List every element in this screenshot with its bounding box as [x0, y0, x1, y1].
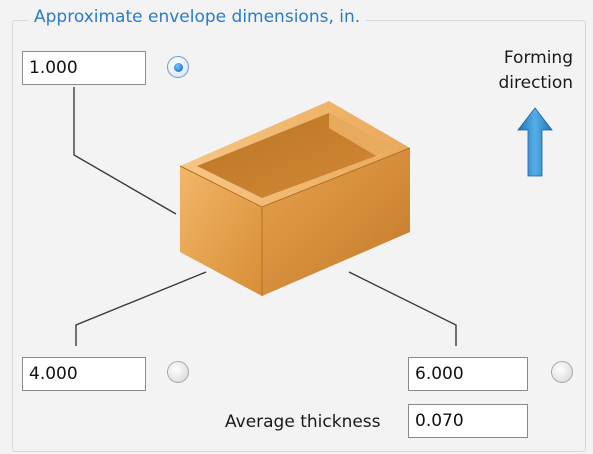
length-radio[interactable]: [167, 361, 189, 383]
length-leader-line: [75, 271, 207, 346]
width-leader-line: [348, 271, 457, 346]
arrow-up-icon: [517, 107, 553, 177]
box-3d-icon: [179, 101, 411, 296]
width-radio[interactable]: [551, 361, 573, 383]
forming-direction-label: Forming direction: [499, 46, 574, 96]
average-thickness-input[interactable]: 0.070: [408, 404, 528, 438]
forming-direction-line2: direction: [498, 73, 574, 93]
height-leader-line: [73, 87, 177, 215]
height-radio[interactable]: [167, 56, 189, 78]
forming-direction-line1: Forming: [503, 48, 573, 68]
average-thickness-label: Average thickness: [225, 412, 381, 432]
width-input[interactable]: 6.000: [408, 357, 528, 391]
radio-selected-dot: [174, 63, 183, 72]
height-input[interactable]: 1.000: [22, 51, 146, 85]
length-input[interactable]: 4.000: [22, 357, 146, 391]
